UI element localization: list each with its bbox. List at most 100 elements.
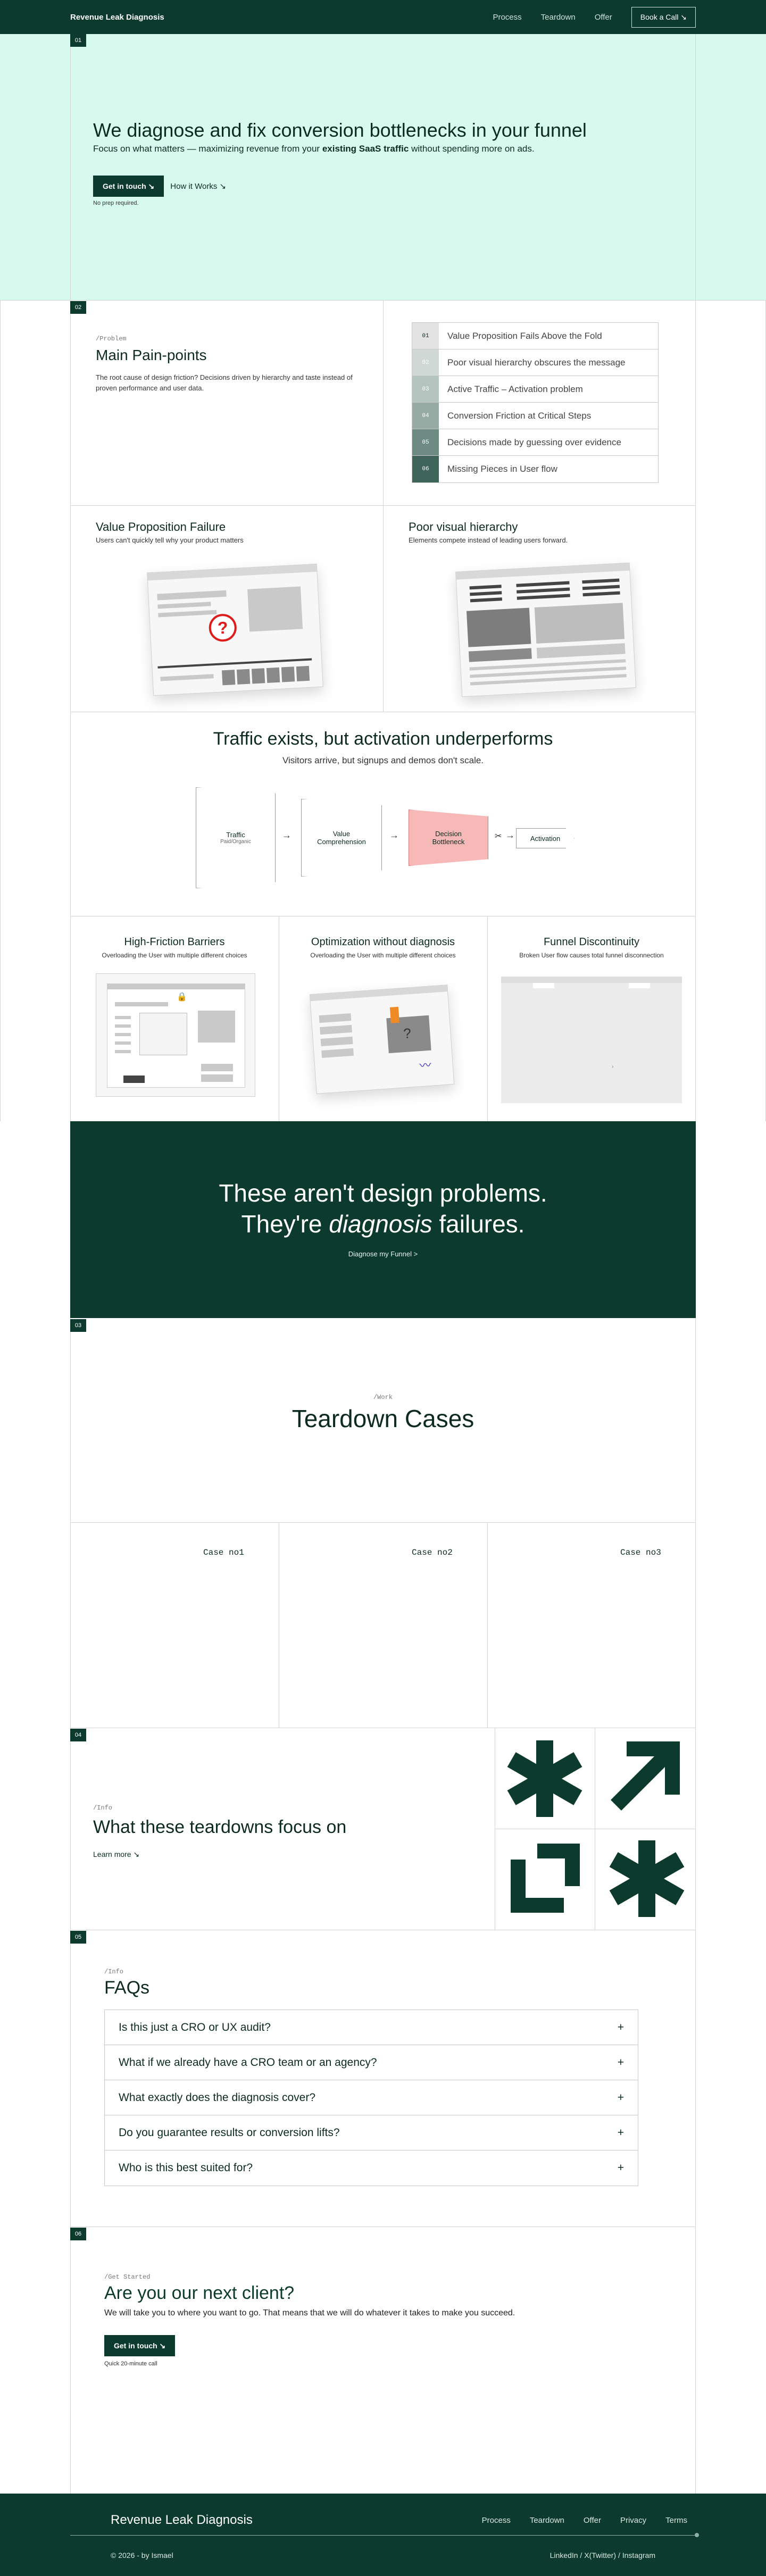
footer-link-process[interactable]: Process: [482, 2516, 511, 2525]
flow-step-traffic: Traffic Paid/Organic: [196, 787, 276, 888]
footer-link-teardown[interactable]: Teardown: [530, 2516, 564, 2525]
pain-item[interactable]: 04 Conversion Friction at Critical Steps: [412, 403, 658, 429]
brand-logo[interactable]: Revenue Leak Diagnosis: [70, 13, 164, 22]
lock-icon: 🔒: [177, 993, 187, 1002]
plus-icon[interactable]: +: [618, 2056, 624, 2069]
diagnose-funnel-link[interactable]: Diagnose my Funnel >: [70, 1250, 696, 1258]
nav-links: Process Teardown Offer Book a Call ↘: [493, 6, 696, 28]
footer-link-terms[interactable]: Terms: [665, 2516, 687, 2525]
vp-card-title: Value Proposition Failure: [96, 520, 226, 533]
banner-text: They're: [241, 1210, 329, 1238]
pain-item-number: 04: [412, 403, 439, 429]
plus-icon[interactable]: +: [618, 2021, 624, 2034]
learn-more-link[interactable]: Learn more ↘: [93, 1850, 139, 1859]
get-in-touch-button[interactable]: Get in touch ↘: [93, 176, 164, 197]
vp-card-subtitle: Users can't quickly tell why your produc…: [96, 536, 244, 544]
faq-item[interactable]: Do you guarantee results or conversion l…: [105, 2115, 638, 2150]
footer-divider: [70, 2535, 696, 2536]
traffic-title: Traffic exists, but activation underperf…: [213, 729, 553, 749]
footer-links: Process Teardown Offer Privacy Terms: [482, 2516, 687, 2525]
diagnosis-banner: These aren't design problems. They're di…: [70, 1121, 696, 1318]
section-number: 03: [70, 1319, 86, 1332]
chevron-icon: ›: [612, 1064, 614, 1070]
divider: [0, 300, 1, 1121]
faq-item[interactable]: What exactly does the diagnosis cover? +: [105, 2080, 638, 2115]
client-get-in-touch-button[interactable]: Get in touch ↘: [104, 2335, 176, 2356]
case-card-1[interactable]: Case no1: [203, 1548, 244, 1557]
hero-frame: [70, 34, 696, 300]
hero-sub-bold: existing SaaS traffic: [322, 144, 409, 154]
card-title: High-Friction Barriers: [124, 936, 225, 948]
friction-mockup-illustration: 🔒: [96, 973, 255, 1097]
flow-step-activation: Activation: [516, 828, 574, 848]
pvh-card-subtitle: Elements compete instead of leading user…: [409, 536, 568, 544]
copyright: © 2026 - by Ismael: [111, 2551, 173, 2560]
pvh-card-text: Poor visual hierarchy Elements compete i…: [409, 520, 568, 544]
plus-icon[interactable]: +: [618, 2127, 624, 2139]
pvh-card-title: Poor visual hierarchy: [409, 520, 518, 533]
pain-item[interactable]: 01 Value Proposition Fails Above the Fold: [412, 323, 658, 349]
question-mark-icon: ?: [208, 613, 238, 643]
pain-item-label: Active Traffic – Activation problem: [447, 384, 583, 394]
faq-title: FAQs: [104, 1978, 150, 1998]
case-card-2[interactable]: Case no2: [412, 1548, 453, 1557]
hero-subtitle: Focus on what matters — maximizing reven…: [93, 144, 535, 154]
banner-italic: diagnosis: [329, 1210, 432, 1238]
book-call-button[interactable]: Book a Call ↘: [631, 6, 696, 28]
plus-icon[interactable]: +: [618, 2091, 624, 2104]
arrow-right-icon: →: [389, 830, 399, 840]
footer-link-privacy[interactable]: Privacy: [620, 2516, 646, 2525]
card-title: Funnel Discontinuity: [543, 936, 640, 948]
how-it-works-link[interactable]: How it Works ↘: [170, 181, 226, 191]
flow-sublabel: Comprehension: [317, 838, 366, 846]
footer-link-offer[interactable]: Offer: [584, 2516, 601, 2525]
pain-points-list: 01 Value Proposition Fails Above the Fold…: [412, 322, 659, 483]
pain-item-label: Conversion Friction at Critical Steps: [447, 410, 592, 421]
banner-line-2: They're diagnosis failures.: [70, 1210, 696, 1238]
pain-item-label: Decisions made by guessing over evidence: [447, 437, 621, 447]
pain-description: The root cause of design friction? Decis…: [96, 373, 353, 392]
arrow-right-icon: →: [505, 830, 515, 840]
social-links[interactable]: LinkedIn / X(Twitter) / Instagram: [550, 2551, 655, 2560]
flow-label: Traffic: [226, 831, 245, 839]
faq-item[interactable]: Is this just a CRO or UX audit? +: [105, 2010, 638, 2045]
case-card-3[interactable]: Case no3: [620, 1548, 661, 1557]
nav-link-offer[interactable]: Offer: [595, 13, 612, 22]
section-number: 04: [70, 1729, 86, 1741]
pain-item[interactable]: 03 Active Traffic – Activation problem: [412, 376, 658, 403]
asterisk-icon: [609, 1840, 685, 1917]
faq-question: What exactly does the diagnosis cover?: [119, 2091, 316, 2104]
client-subtitle: We will take you to where you want to go…: [104, 2308, 515, 2317]
pain-item-number: 05: [412, 429, 439, 455]
card-subtitle: Overloading the User with multiple diffe…: [310, 952, 456, 959]
card-title: Optimization without diagnosis: [311, 936, 455, 948]
plus-icon[interactable]: +: [618, 2162, 624, 2174]
pain-item-number: 03: [412, 376, 439, 402]
section-number: 06: [70, 2228, 86, 2240]
faq-item[interactable]: Who is this best suited for? +: [105, 2150, 638, 2186]
flow-sublabel: Bottleneck: [432, 838, 465, 846]
optimization-mockup-illustration: ? 〰: [309, 985, 455, 1094]
pain-item-number: 06: [412, 456, 439, 482]
footer-brand[interactable]: Revenue Leak Diagnosis: [111, 2513, 253, 2528]
nav-link-teardown[interactable]: Teardown: [541, 13, 576, 22]
card-optimization: Optimization without diagnosis Overloadi…: [279, 936, 487, 959]
card-subtitle: Overloading the User with multiple diffe…: [102, 952, 247, 959]
faq-tag: /Info: [104, 1968, 124, 1975]
asterisk-icon: [507, 1740, 582, 1817]
faq-item[interactable]: What if we already have a CRO team or an…: [105, 2045, 638, 2080]
faq-question: What if we already have a CRO team or an…: [119, 2056, 377, 2069]
teardown-tag: /Work: [373, 1394, 393, 1401]
hero-section: 01 We diagnose and fix conversion bottle…: [0, 34, 766, 300]
pain-item[interactable]: 05 Decisions made by guessing over eviden…: [412, 429, 658, 456]
focus-tag: /Info: [93, 1804, 113, 1812]
vp-mockup-illustration: ?: [147, 563, 323, 696]
hero-sub-text-end: without spending more on ads.: [409, 144, 535, 154]
pain-item[interactable]: 02 Poor visual hierarchy obscures the mes…: [412, 349, 658, 376]
pain-tag: /Problem: [96, 335, 127, 343]
footer: Revenue Leak Diagnosis Process Teardown …: [0, 2494, 766, 2576]
nav-link-process[interactable]: Process: [493, 13, 521, 22]
flow-step-value: Value Comprehension: [301, 799, 382, 877]
pain-item[interactable]: 06 Missing Pieces in User flow: [412, 456, 658, 482]
section-number: 01: [70, 34, 86, 47]
